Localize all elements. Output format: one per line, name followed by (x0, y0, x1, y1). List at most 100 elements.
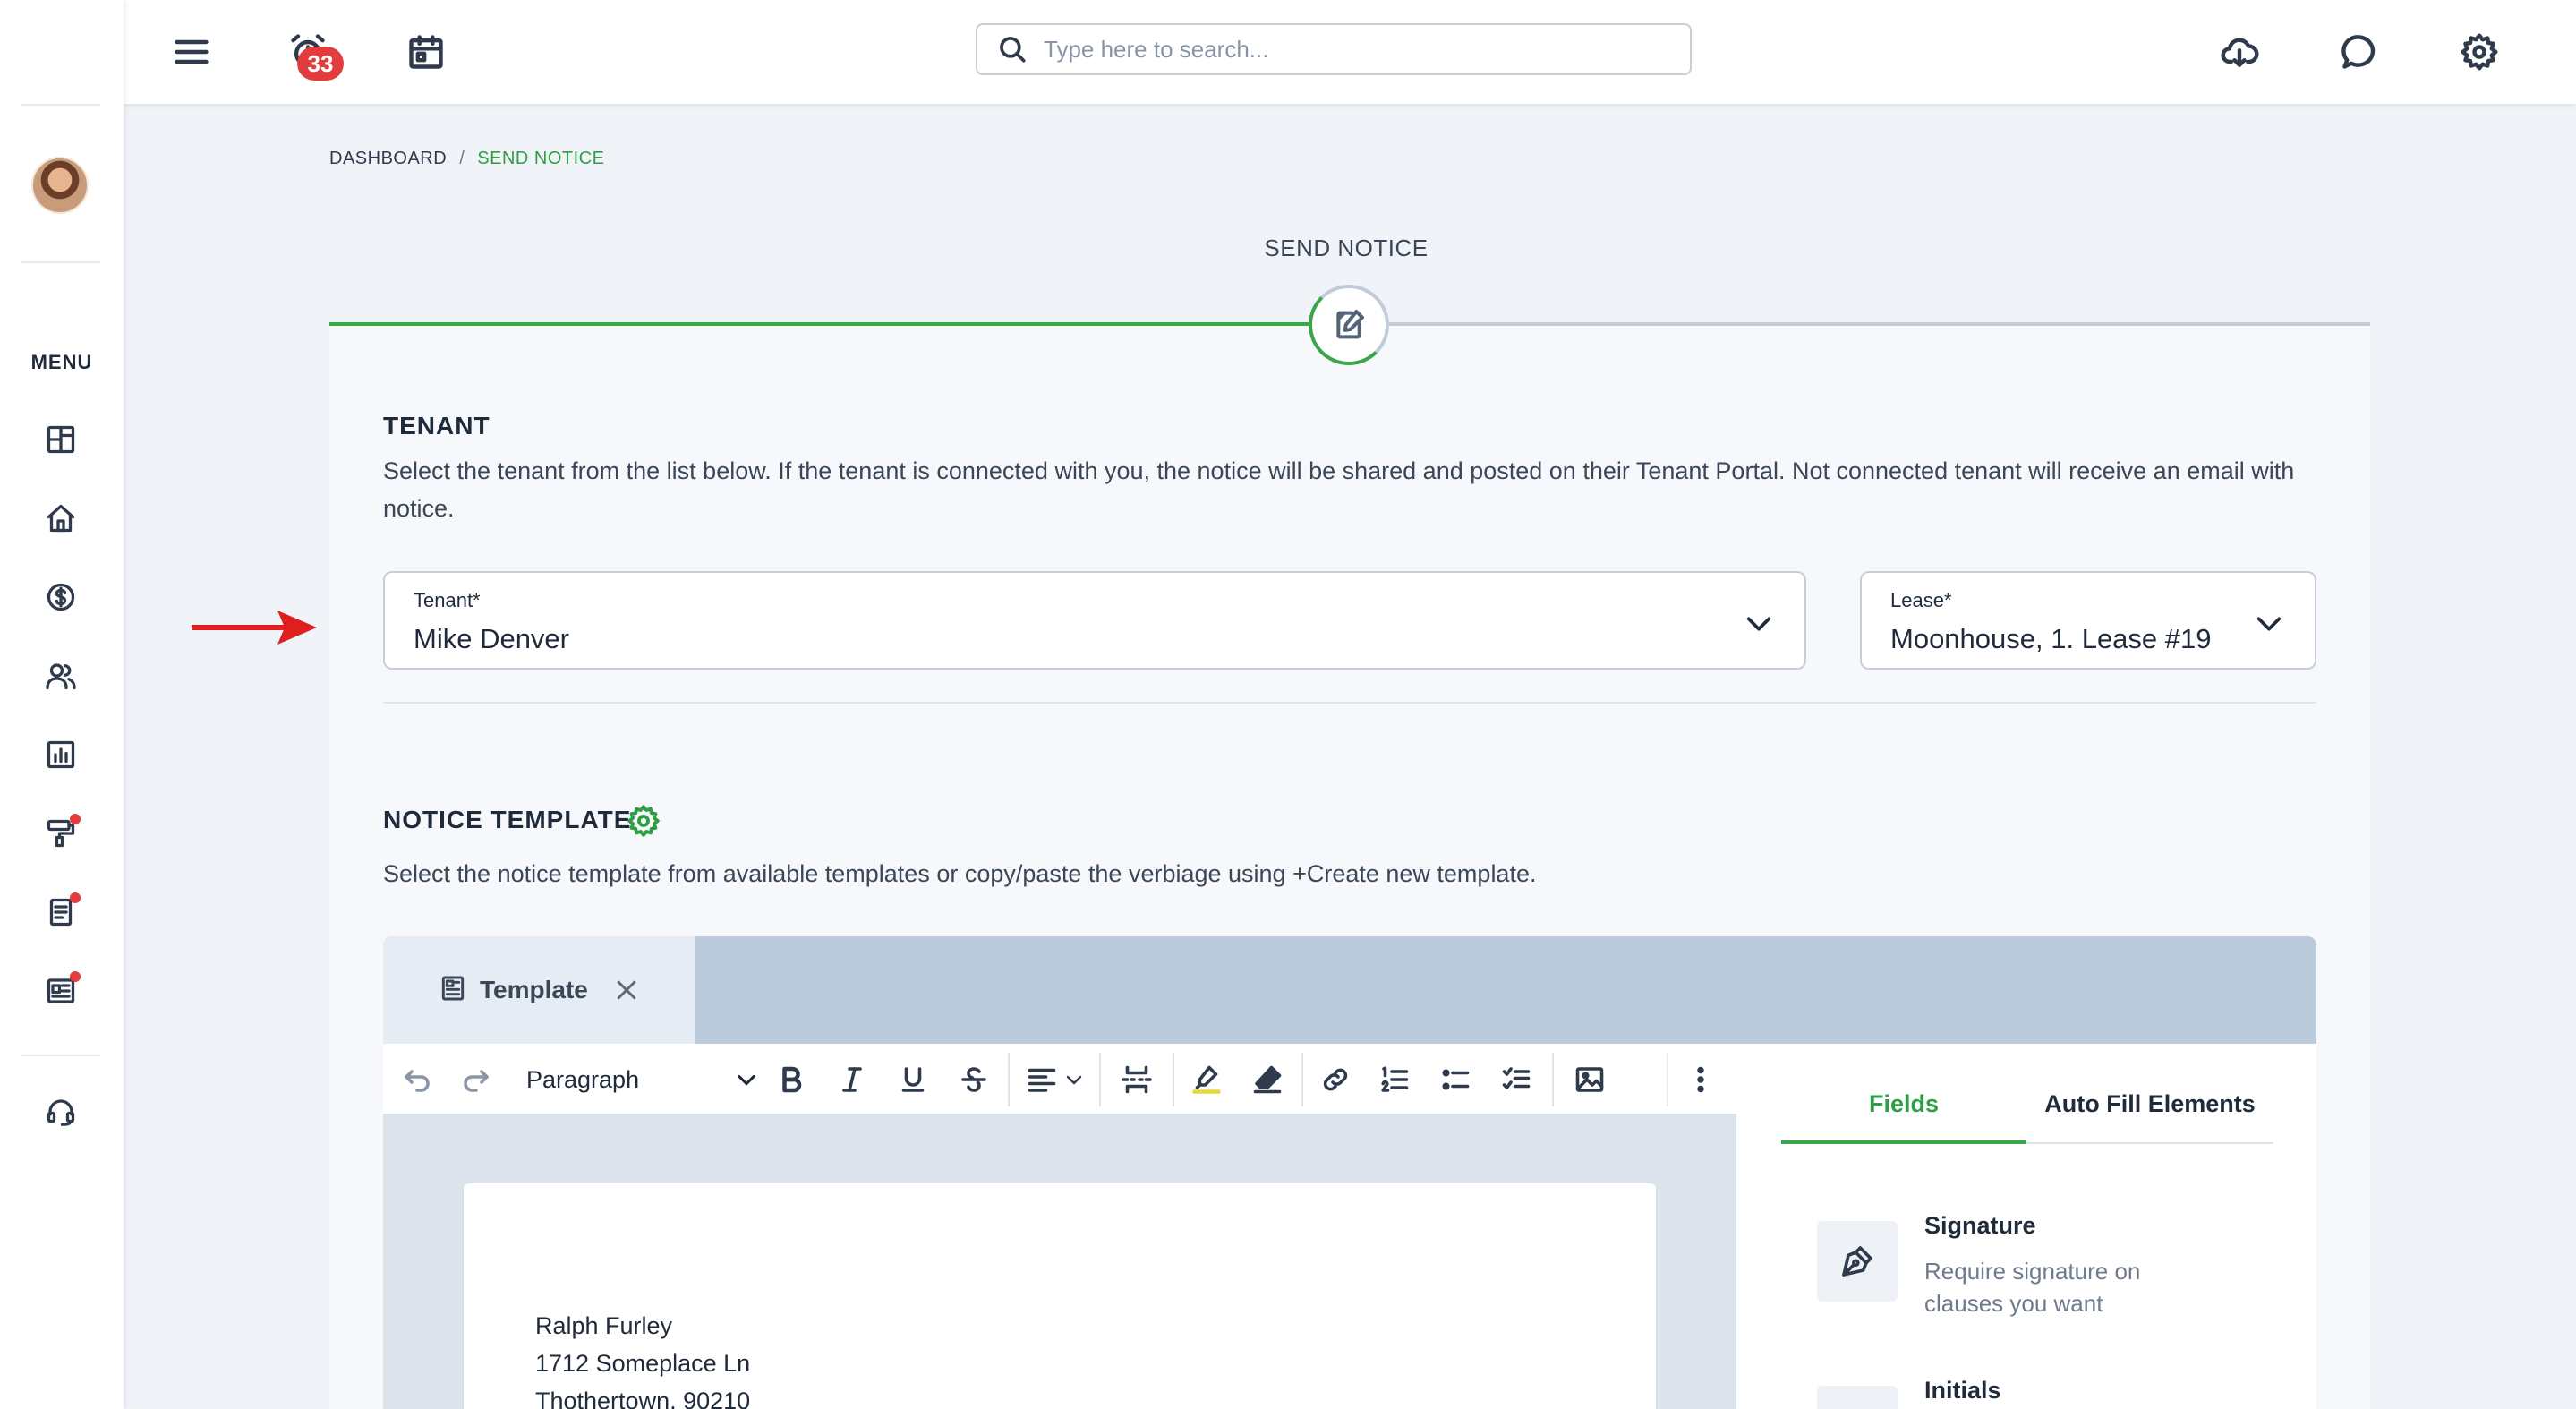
underline-icon (901, 1067, 925, 1092)
toolbar-separator (1099, 1053, 1101, 1106)
progress-line-complete (329, 322, 1309, 326)
numbered-list-button[interactable] (1375, 1060, 1414, 1099)
checklist-icon (1502, 1067, 1531, 1089)
more-vertical-icon (1697, 1066, 1704, 1093)
tab-fields[interactable]: Fields (1781, 1090, 2026, 1133)
highlighter-icon (1192, 1065, 1221, 1094)
headset-icon (47, 1099, 75, 1126)
undo-button[interactable] (397, 1060, 437, 1099)
bold-button[interactable] (772, 1060, 811, 1099)
gear-icon (627, 805, 660, 837)
toolbar-separator (1552, 1053, 1554, 1106)
dashboard-icon (47, 425, 75, 454)
lease-select[interactable]: Lease* Moonhouse, 1. Lease #19 (1860, 571, 2316, 670)
calendar-button[interactable] (399, 25, 453, 79)
edit-document-icon (1336, 310, 1364, 339)
tab-underline (2026, 1142, 2273, 1144)
breadcrumb-dashboard-link[interactable]: DASHBOARD (329, 149, 447, 168)
alert-dot (70, 814, 81, 824)
progress-line-pending (1389, 322, 2370, 326)
italic-button[interactable] (832, 1060, 872, 1099)
strikethrough-button[interactable] (954, 1060, 994, 1099)
align-button[interactable] (1022, 1060, 1062, 1099)
people-icon (46, 663, 76, 690)
sidebar-item-support[interactable] (39, 1090, 82, 1133)
sidebar-item-people[interactable] (39, 654, 82, 697)
chevron-down-icon (738, 1074, 755, 1086)
search-icon (1000, 37, 1026, 63)
document-icon (439, 974, 467, 1007)
paragraph-style-select[interactable]: Paragraph (526, 1060, 759, 1099)
more-options-button[interactable] (1681, 1060, 1720, 1099)
lease-select-value: Moonhouse, 1. Lease #19 (1890, 623, 2212, 654)
template-settings-button[interactable] (627, 804, 661, 838)
link-button[interactable] (1316, 1060, 1355, 1099)
tab-auto-fill-elements[interactable]: Auto Fill Elements (2026, 1090, 2273, 1133)
pen-nib-icon (1842, 1246, 1872, 1277)
notifications-badge: 33 (297, 47, 344, 81)
todo-list-button[interactable] (1497, 1060, 1536, 1099)
undo-icon (405, 1070, 430, 1092)
sidebar-item-properties[interactable] (39, 497, 82, 540)
align-left-icon (1028, 1068, 1056, 1092)
alert-dot (70, 971, 81, 982)
initials-field-name: Initials (1924, 1377, 2001, 1404)
search-bar[interactable] (976, 23, 1692, 75)
tab-close-button[interactable] (613, 977, 640, 1003)
remove-format-button[interactable] (1248, 1060, 1287, 1099)
link-icon (1323, 1068, 1348, 1091)
sidebar-item-notices[interactable] (39, 969, 82, 1012)
tenant-select-label: Tenant* (414, 589, 481, 611)
page-break-button[interactable] (1117, 1060, 1156, 1099)
sidebar-item-dashboard[interactable] (39, 418, 82, 461)
document-line: Ralph Furley (535, 1312, 673, 1339)
italic-icon (842, 1067, 862, 1092)
reports-icon (47, 740, 75, 769)
bold-icon (782, 1066, 802, 1093)
calendar-icon (409, 35, 443, 69)
insert-image-button[interactable] (1570, 1060, 1609, 1099)
redo-icon (464, 1070, 489, 1092)
top-bar: 33 (124, 0, 2576, 104)
settings-button[interactable] (2452, 25, 2506, 79)
sidebar-item-maintenance[interactable] (39, 812, 82, 855)
tenant-select-value: Mike Denver (414, 623, 569, 654)
sidebar-item-reports[interactable] (39, 733, 82, 776)
paragraph-style-value: Paragraph (526, 1065, 640, 1093)
signature-field-button[interactable] (1817, 1221, 1898, 1302)
signature-field-name: Signature (1924, 1212, 2036, 1239)
progress-step (1309, 285, 1389, 365)
red-arrow-annotation (192, 611, 317, 645)
template-section-title: NOTICE TEMPLATE (383, 806, 632, 833)
sidebar-item-accounting[interactable] (39, 576, 82, 619)
download-button[interactable] (2213, 25, 2266, 79)
highlight-button[interactable] (1187, 1060, 1226, 1099)
active-tab-indicator (1781, 1140, 2026, 1144)
bulleted-list-button[interactable] (1436, 1060, 1475, 1099)
sidebar-item-documents[interactable] (39, 891, 82, 934)
sidebar-divider (21, 1055, 100, 1056)
redo-button[interactable] (456, 1060, 496, 1099)
sidebar-divider (21, 104, 100, 106)
toolbar-separator (1173, 1053, 1174, 1106)
search-input[interactable] (1044, 35, 1670, 64)
tab-template[interactable]: Template (383, 936, 695, 1044)
toolbar-separator (1301, 1053, 1303, 1106)
chevron-down-icon (2256, 617, 2282, 631)
chat-bubble-icon (2341, 35, 2376, 69)
avatar[interactable] (31, 157, 89, 214)
alert-dot (70, 892, 81, 903)
initials-field-button[interactable] (1817, 1386, 1898, 1409)
close-icon (617, 980, 636, 1000)
dollar-icon (47, 583, 75, 611)
align-dropdown-button[interactable] (1062, 1060, 1087, 1099)
hamburger-menu-button[interactable] (165, 25, 218, 79)
messages-button[interactable] (2333, 25, 2386, 79)
hamburger-icon (175, 39, 209, 64)
fields-panel: Fields Auto Fill Elements Signature Requ… (1736, 1044, 2316, 1409)
tenant-select[interactable]: Tenant* Mike Denver (383, 571, 1806, 670)
underline-button[interactable] (893, 1060, 933, 1099)
menu-label: MENU (30, 351, 93, 373)
tenant-section-title: TENANT (383, 412, 490, 440)
home-icon (47, 504, 75, 533)
